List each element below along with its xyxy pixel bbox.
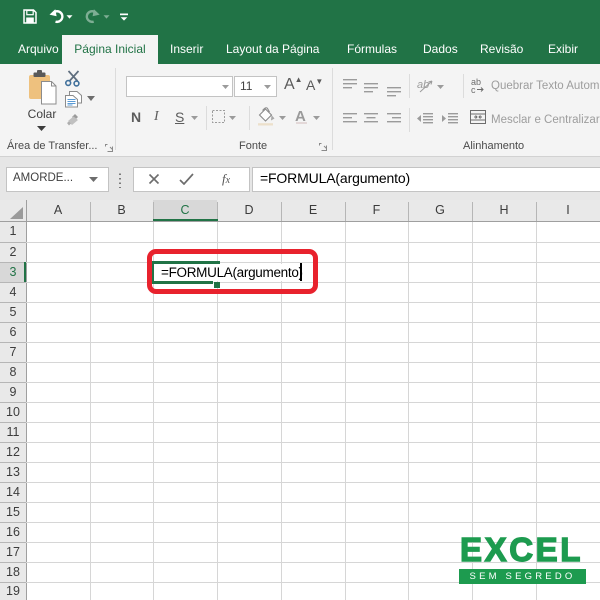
svg-text:c: c — [471, 85, 476, 94]
